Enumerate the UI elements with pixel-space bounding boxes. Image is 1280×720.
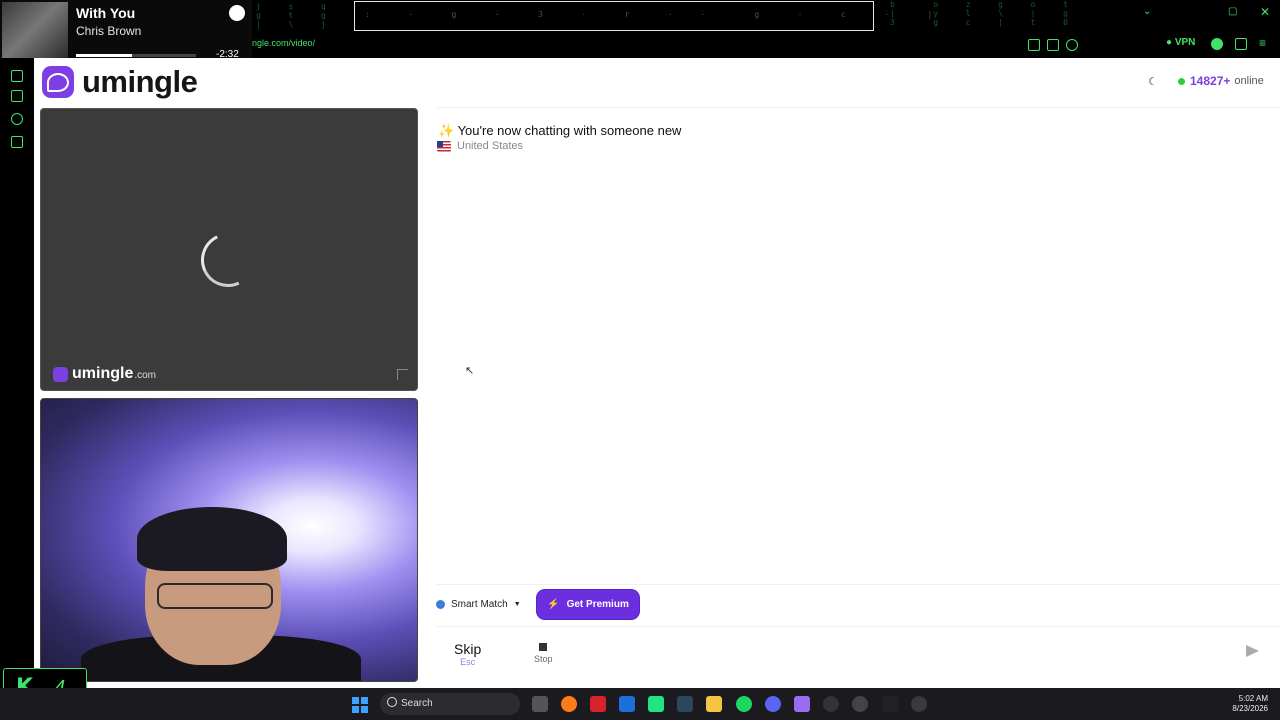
stop-icon [539,643,548,651]
menu-icon[interactable]: ≡ [1259,36,1266,50]
remote-video: umingle .com [40,108,418,391]
sidebar-history-icon[interactable] [11,113,23,125]
steam-icon[interactable] [677,696,693,712]
local-webcam-video [40,398,418,682]
input-divider [436,626,1280,627]
star-icon[interactable] [1066,39,1078,51]
spotify-icon [229,5,245,21]
matrix-decoration: : · g · 3 · r · · g · c · | [365,10,939,19]
vpn-label: VPN [1174,37,1196,48]
windows-start-icon[interactable] [352,697,368,713]
online-counter: 14827+ online [1178,74,1264,88]
lightning-icon: ⚡ [547,599,560,610]
us-flag-icon [437,140,451,152]
skip-shortcut: Esc [460,657,476,667]
address-bar[interactable]: : · g · 3 · r · · g · c · | [354,1,932,31]
sparkle-icon: ✨ [438,123,455,138]
sidebar-bookmarks-icon[interactable] [11,90,23,102]
header-divider [436,107,1280,108]
browser-sidebar [0,58,34,688]
match-mode-label: Smart Match [451,599,508,610]
discord-icon[interactable] [765,696,781,712]
album-cover [2,2,68,66]
screenshot-icon[interactable] [1028,39,1040,51]
report-flag-icon[interactable] [397,369,408,380]
webcam-person-hair [137,507,287,571]
online-dot [1178,77,1185,85]
send-icon[interactable] [1246,645,1259,657]
close-icon[interactable]: ✕ [1260,5,1270,19]
task-view-icon[interactable] [532,696,548,712]
watermark-name: umingle [72,365,134,382]
site-logo[interactable]: umingle [42,64,198,100]
restore-icon[interactable]: ▢ [1228,6,1237,17]
stop-button[interactable]: Stop [534,643,553,664]
online-label: online [1234,75,1264,87]
logo-text: umingle [82,64,198,99]
umingle-page: umingle ☾ 14827+ online umingle .com ✨ Y… [34,58,1280,688]
online-count: 14827+ [1190,74,1231,88]
webcam-person-glasses [157,583,273,609]
chat-bubble-icon [42,66,74,98]
song-progress-fill [76,54,133,57]
caret-down-icon: ▼ [513,601,521,608]
profile-icon[interactable] [1211,38,1223,50]
watermark-domain: .com [134,370,157,381]
matrix-decoration: j s q 3 g t g 0 | \ j c [256,2,358,29]
file-explorer-icon[interactable] [706,696,722,712]
outlook-icon[interactable] [619,696,635,712]
partner-country: United States [437,140,523,152]
hulu-icon[interactable] [648,696,664,712]
chat-status-text: You're now chatting with someone new [457,123,682,138]
controls-divider [436,584,1280,585]
video-watermark: umingle .com [53,365,156,383]
watermark-logo-icon [53,366,68,382]
vpn-badge[interactable]: ● VPN [1166,37,1195,48]
app-icon[interactable] [882,696,898,712]
app-icon[interactable] [794,696,810,712]
clock-date: 8/23/2026 [1232,704,1268,713]
system-clock[interactable]: 5:02 AM 8/23/2026 [1232,694,1268,714]
match-mode-dropdown[interactable]: Smart Match ▼ [436,599,521,610]
sidebar-favorites-icon[interactable] [11,136,23,148]
skip-button[interactable]: Skip Esc [454,641,481,667]
message-input[interactable] [594,638,1228,670]
taskbar-search[interactable]: Search [380,693,520,715]
url-text[interactable]: ngle.com/video/ [252,38,315,48]
sidebar-ai-icon[interactable] [11,70,23,82]
skip-label: Skip [454,641,482,657]
amd-icon[interactable] [590,696,606,712]
firefox-icon[interactable] [561,696,577,712]
windows-taskbar: Search 5:02 AM 8/23/2026 [0,688,1280,720]
taskbar-search-label: Search [401,698,433,709]
song-artist: Chris Brown [76,24,142,38]
obs-icon[interactable] [852,696,868,712]
clock-time: 5:02 AM [1238,694,1268,703]
get-premium-label: Get Premium [566,599,629,610]
song-title: With You [76,5,136,21]
globe-icon [436,600,445,609]
extensions-icon[interactable] [1235,38,1247,50]
chevron-down-icon[interactable]: ⌄ [1143,6,1151,17]
mouse-cursor-icon: ↖ [465,365,475,377]
download-icon[interactable] [1047,39,1059,51]
chrome-icon[interactable] [911,696,927,712]
search-icon [387,697,397,707]
spotify-taskbar-icon[interactable] [736,696,752,712]
unreal-icon[interactable] [823,696,839,712]
dark-mode-icon[interactable]: ☾ [1148,75,1158,88]
loading-spinner-icon [193,225,263,295]
partner-country-text: United States [457,140,524,152]
get-premium-button[interactable]: ⚡ Get Premium [537,590,639,619]
chat-status: ✨ You're now chatting with someone new [438,123,681,139]
stop-label: Stop [534,654,553,664]
song-progress-bar[interactable] [76,54,196,57]
